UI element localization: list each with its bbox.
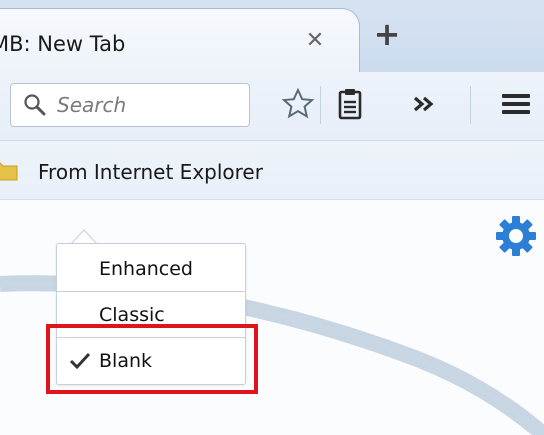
hamburger-menu-icon[interactable] [496,84,536,124]
menu-item-enhanced[interactable]: Enhanced [57,247,245,291]
overflow-chevron-icon[interactable] [404,84,444,124]
toolbar-separator [320,86,321,124]
toolbar-separator [470,86,471,124]
reading-list-icon[interactable] [330,84,370,124]
browser-window: MB: New Tab ✕ + Search From Internet Exp… [0,0,544,435]
gear-icon[interactable] [494,214,538,258]
bookmarks-toolbar: From Internet Explorer [0,141,544,200]
search-icon [24,94,46,116]
navigation-toolbar: Search [0,72,544,141]
highlight-box [46,324,258,394]
menu-item-label: Enhanced [99,258,193,280]
menu-separator [57,291,245,292]
bookmark-label: From Internet Explorer [38,160,263,184]
bookmark-star-icon[interactable] [278,84,318,124]
search-placeholder: Search [57,93,127,117]
close-icon[interactable]: ✕ [303,29,327,53]
tab-strip: MB: New Tab ✕ + [0,0,544,73]
plus-icon[interactable]: + [372,18,402,50]
tab-new-tab[interactable]: MB: New Tab ✕ [0,8,360,73]
folder-icon [0,162,18,181]
tab-title: MB: New Tab [0,32,126,56]
search-input[interactable]: Search [10,83,250,127]
